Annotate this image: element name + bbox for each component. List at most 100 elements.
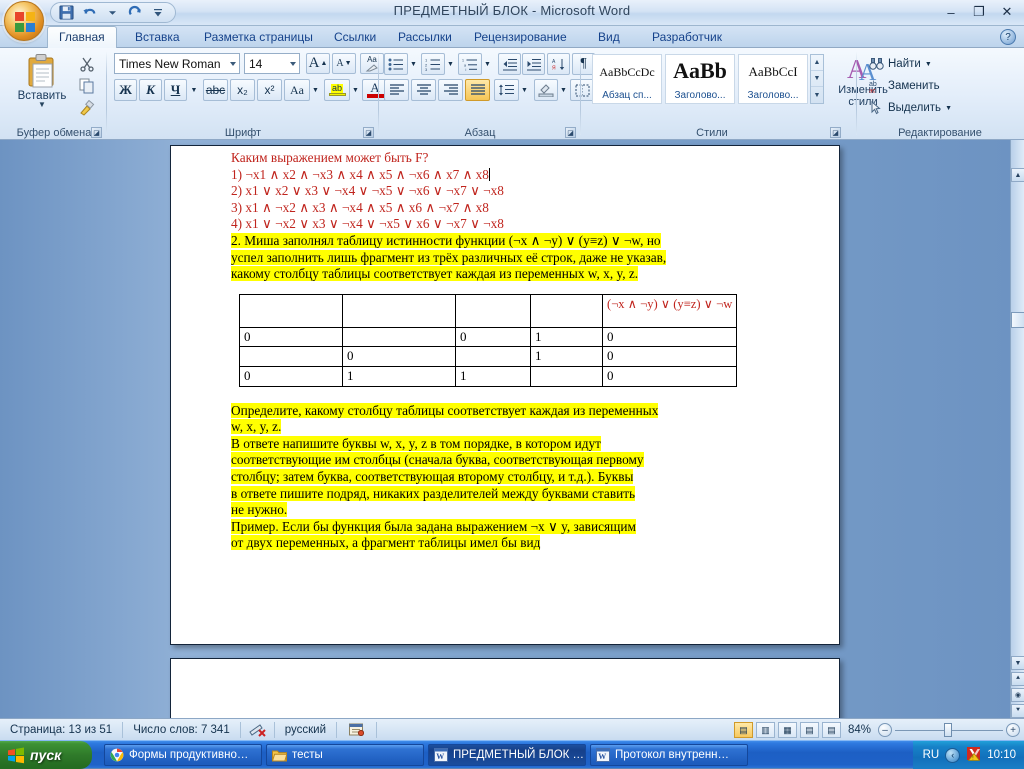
decrease-indent-icon[interactable] [498,53,521,75]
align-justify-icon[interactable] [465,79,490,101]
align-left-icon[interactable] [384,79,409,101]
cut-icon[interactable] [76,54,98,74]
replace-button[interactable]: ab ac Заменить [864,76,945,96]
zoom-out-button[interactable]: – [878,723,892,737]
tab-mailings[interactable]: Рассылки [387,26,463,48]
superscript-button[interactable]: x² [257,79,282,101]
chevron-down-icon[interactable] [290,62,296,66]
draft-view-button[interactable]: ▤ [821,722,841,738]
numbering-icon[interactable]: 123 [421,53,445,75]
paste-dropdown-arrow[interactable]: ▼ [38,101,46,109]
styles-gallery-scroll[interactable]: ▲ ▼ ▼ [810,54,824,104]
document-page-2[interactable] [170,658,840,718]
paragraph-dialog-launcher[interactable]: ◪ [565,127,576,138]
bullets-icon[interactable] [384,53,408,75]
numbering-dropdown-icon[interactable]: ▼ [445,53,456,75]
tab-review[interactable]: Рецензирование [463,26,578,48]
outline-view-button[interactable]: ▤ [799,722,819,738]
underline-dropdown-icon[interactable]: ▼ [188,79,200,101]
text-highlight-button[interactable]: ab [324,79,350,101]
document-canvas[interactable]: Каким выражением может быть F? 1) ¬x1 ∧ … [0,140,1010,718]
shading-icon[interactable] [534,79,558,101]
paste-button[interactable]: Вставить ▼ [14,52,70,118]
align-right-icon[interactable] [438,79,463,101]
zoom-in-button[interactable]: + [1006,723,1020,737]
multilevel-list-icon[interactable]: 1ai [458,53,482,75]
truth-table[interactable]: (¬x ∧ ¬y) ∨ (y≡z) ∨ ¬w 0 0 1 0 0 1 0 0 1… [239,293,738,387]
tray-clock[interactable]: 10:10 [987,749,1016,761]
font-dialog-launcher[interactable]: ◪ [363,127,374,138]
strikethrough-button[interactable]: abc [203,79,228,101]
styles-scroll-down-icon[interactable]: ▼ [811,71,823,87]
align-center-icon[interactable] [411,79,436,101]
minimize-button[interactable]: – [938,3,964,21]
show-hidden-icons-icon[interactable]: ‹ [945,747,961,763]
change-case-button[interactable]: Aa [284,79,310,101]
bullets-dropdown-icon[interactable]: ▼ [408,53,419,75]
scrollbar-thumb[interactable] [1011,312,1024,328]
styles-dialog-launcher[interactable]: ◪ [830,127,841,138]
status-word-count[interactable]: Число слов: 7 341 [123,721,241,738]
help-icon[interactable]: ? [1000,29,1016,45]
tab-page-layout[interactable]: Разметка страницы [193,26,324,48]
taskbar-item-chrome[interactable]: Формы продуктивно… [104,744,262,766]
tab-references[interactable]: Ссылки [323,26,387,48]
zoom-slider[interactable] [895,722,1003,738]
line-spacing-icon[interactable] [494,79,519,101]
full-screen-reading-view-button[interactable]: ▥ [755,722,775,738]
taskbar-item-word-2[interactable]: W Протокол внутренн… [590,744,748,766]
start-button[interactable]: пуск [0,741,92,769]
subscript-button[interactable]: x₂ [230,79,255,101]
shrink-font-button[interactable]: A ▼ [332,53,356,74]
shading-dropdown-icon[interactable]: ▼ [558,79,569,101]
next-page-icon[interactable]: ⯆ [1011,704,1024,718]
find-button[interactable]: Найти ▼ [864,54,937,74]
line-spacing-dropdown-icon[interactable]: ▼ [519,79,530,101]
highlight-dropdown-icon[interactable]: ▼ [350,79,361,101]
macro-record-icon[interactable] [337,721,378,738]
zoom-slider-thumb[interactable] [944,723,952,737]
scroll-up-icon[interactable]: ▲ [1011,168,1024,182]
grow-font-button[interactable]: A ▲ [306,53,330,74]
styles-scroll-up-icon[interactable]: ▲ [811,55,823,71]
select-button[interactable]: Выделить ▼ [864,98,957,118]
zoom-level-label[interactable]: 84% [848,724,871,736]
italic-button[interactable]: К [139,79,162,101]
format-painter-icon[interactable] [76,98,98,118]
change-case-dropdown-icon[interactable]: ▼ [310,79,321,101]
tab-insert[interactable]: Вставка [124,26,191,48]
proofing-error-icon[interactable] [241,721,275,738]
multilevel-dropdown-icon[interactable]: ▼ [482,53,493,75]
underline-button[interactable]: Ч [164,79,187,101]
print-layout-view-button[interactable]: ▤ [733,722,753,738]
taskbar-item-word-active[interactable]: W ПРЕДМЕТНЫЙ БЛОК … [428,744,586,766]
status-language[interactable]: русский [275,721,338,738]
status-page[interactable]: Страница: 13 из 51 [0,721,124,738]
document-page-1[interactable]: Каким выражением может быть F? 1) ¬x1 ∧ … [170,145,840,645]
tab-developer[interactable]: Разработчик [641,26,733,48]
previous-page-icon[interactable]: ⯅ [1011,672,1024,686]
styles-more-icon[interactable]: ▼ [811,87,823,103]
antivirus-icon[interactable]: ! [966,746,981,764]
vertical-scrollbar[interactable]: ▲ ▼ ⯅ ◉ ⯆ [1010,140,1024,718]
browse-object-icon[interactable]: ◉ [1011,688,1024,702]
clipboard-dialog-launcher[interactable]: ◪ [91,127,102,138]
style-item-0[interactable]: AaBbCcDc Абзац сп... [592,54,662,104]
increase-indent-icon[interactable] [522,53,545,75]
tab-view[interactable]: Вид [587,26,631,48]
tray-language[interactable]: RU [923,749,940,761]
maximize-button[interactable]: ❐ [966,3,992,21]
font-size-combo[interactable]: 14 [244,53,300,74]
close-button[interactable]: ✕ [994,3,1020,21]
chevron-down-icon[interactable] [230,62,236,66]
web-layout-view-button[interactable]: ▦ [777,722,797,738]
scroll-down-icon[interactable]: ▼ [1011,656,1024,670]
tab-home[interactable]: Главная [47,26,117,48]
sort-icon[interactable]: AЯ [547,53,570,75]
bold-button[interactable]: Ж [114,79,137,101]
style-item-1[interactable]: AaBb Заголово... [665,54,735,104]
style-item-2[interactable]: AaBbCcI Заголово... [738,54,808,104]
office-button[interactable] [4,1,44,41]
taskbar-item-folder[interactable]: тесты [266,744,424,766]
copy-icon[interactable] [76,76,98,96]
